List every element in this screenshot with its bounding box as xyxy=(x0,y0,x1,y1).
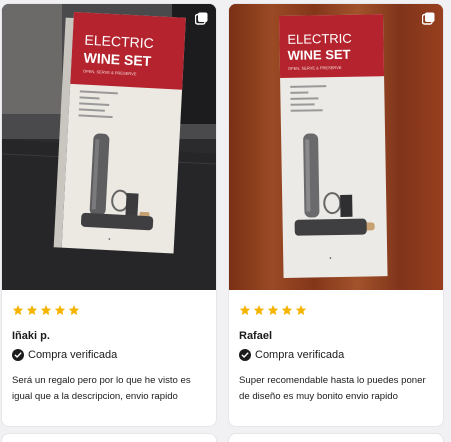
review-card[interactable]: ELECTRIC WINE SET OPEN, SERVE & PRESERVE xyxy=(229,4,443,426)
reviewer-name: Iñaki p. xyxy=(12,330,50,342)
verified-purchase: Compra verificada xyxy=(239,349,433,361)
star-icon xyxy=(295,305,307,315)
wine-set-box-photo: ELECTRIC WINE SET OPEN, SERVE & PRESERVE xyxy=(2,4,216,290)
star-icon xyxy=(12,305,24,315)
star-icon xyxy=(253,305,265,315)
star-icon xyxy=(281,305,293,315)
star-icon xyxy=(26,305,38,315)
box-title-line1: ELECTRIC xyxy=(287,31,352,47)
review-card-next[interactable] xyxy=(229,434,443,442)
verified-check-icon xyxy=(239,349,251,361)
verified-label: Compra verificada xyxy=(28,349,118,361)
reviewer-name: Rafael xyxy=(239,330,273,342)
multiple-images-icon xyxy=(422,12,435,25)
star-rating xyxy=(12,304,206,318)
review-photo[interactable]: ELECTRIC WINE SET OPEN, SERVE & PRESERVE xyxy=(2,4,216,290)
wine-set-box-photo: ELECTRIC WINE SET OPEN, SERVE & PRESERVE xyxy=(229,4,443,290)
star-icon xyxy=(40,305,52,315)
verified-purchase: Compra verificada xyxy=(12,349,206,361)
box-title-line2: WINE SET xyxy=(288,47,351,63)
verified-label: Compra verificada xyxy=(255,349,345,361)
box-tagline: OPEN, SERVE & PRESERVE xyxy=(288,65,342,71)
reviews-grid: ELECTRIC WINE SET OPEN, SERVE & PRESERVE xyxy=(0,0,451,442)
review-photo[interactable]: ELECTRIC WINE SET OPEN, SERVE & PRESERVE xyxy=(229,4,443,290)
multiple-images-icon xyxy=(195,12,208,25)
review-text: Será un regalo pero por lo que he visto … xyxy=(12,375,191,402)
review-card[interactable]: ELECTRIC WINE SET OPEN, SERVE & PRESERVE xyxy=(2,4,216,426)
review-card-next[interactable] xyxy=(2,434,216,442)
star-rating xyxy=(239,304,433,318)
review-text: Super recomendable hasta lo puedes poner… xyxy=(239,375,426,402)
star-icon xyxy=(239,305,251,315)
star-icon xyxy=(68,305,80,315)
star-icon xyxy=(267,305,279,315)
verified-check-icon xyxy=(12,349,24,361)
star-icon xyxy=(54,305,66,315)
